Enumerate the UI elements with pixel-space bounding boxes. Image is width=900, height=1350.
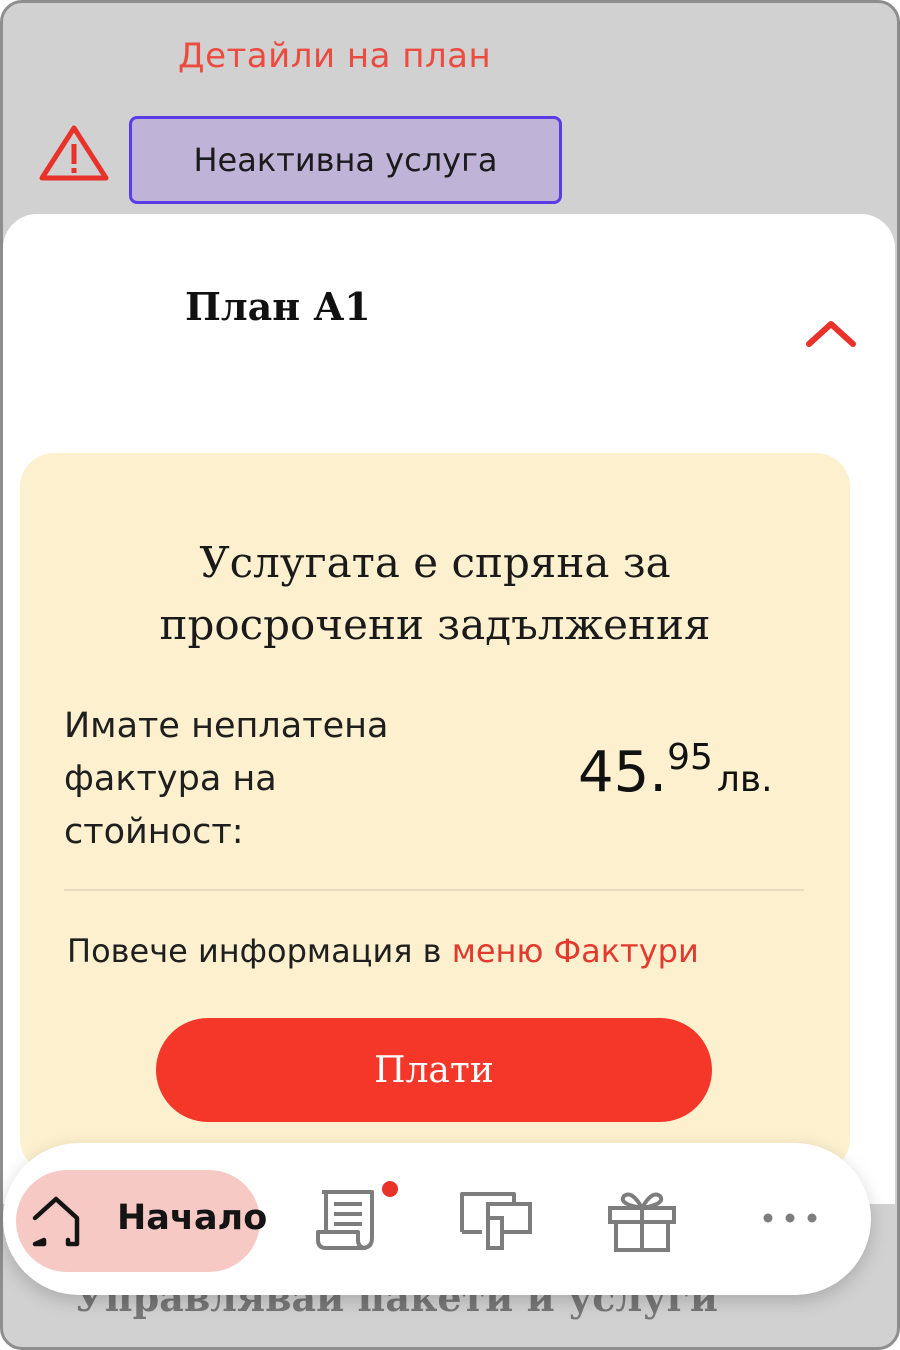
home-icon[interactable] — [30, 1194, 82, 1248]
more-info-prefix: Повече информация в — [67, 932, 452, 970]
nav-home-label[interactable]: Начало — [117, 1198, 267, 1238]
plan-title: План А1 — [185, 284, 371, 329]
invoices-menu-link[interactable]: меню Фактури — [452, 932, 699, 970]
more-info-text: Повече информация в меню Фактури — [67, 932, 807, 970]
amount-currency: лв. — [716, 759, 773, 800]
notice-heading-line: Услугата е спряна за — [199, 538, 671, 587]
unpaid-text-line: фактура на — [64, 759, 277, 799]
pay-button[interactable]: Плати — [156, 1018, 712, 1122]
unpaid-invoice-text: Имате неплатена фактура на стойност: — [64, 700, 484, 859]
invoices-icon[interactable] — [312, 1186, 388, 1252]
amount-integer: 45. — [578, 740, 668, 805]
amount-fraction: 95 — [667, 737, 713, 778]
notice-heading: Услугата е спряна за просрочени задължен… — [60, 532, 810, 656]
chevron-up-icon[interactable] — [803, 314, 859, 354]
more-icon[interactable] — [760, 1208, 820, 1228]
unpaid-text-line: Имате неплатена — [64, 706, 389, 746]
devices-icon[interactable] — [458, 1188, 534, 1252]
inactive-service-badge: Неактивна услуга — [129, 116, 562, 204]
gift-icon[interactable] — [604, 1186, 680, 1254]
divider — [64, 889, 804, 891]
notification-badge — [382, 1181, 398, 1197]
notice-heading-line: просрочени задължения — [159, 600, 711, 649]
unpaid-text-line: стойност: — [64, 812, 244, 852]
warning-icon — [39, 125, 109, 181]
plan-details-link[interactable]: Детайли на план — [178, 36, 491, 76]
amount-due: 45.95лв. — [578, 737, 773, 820]
